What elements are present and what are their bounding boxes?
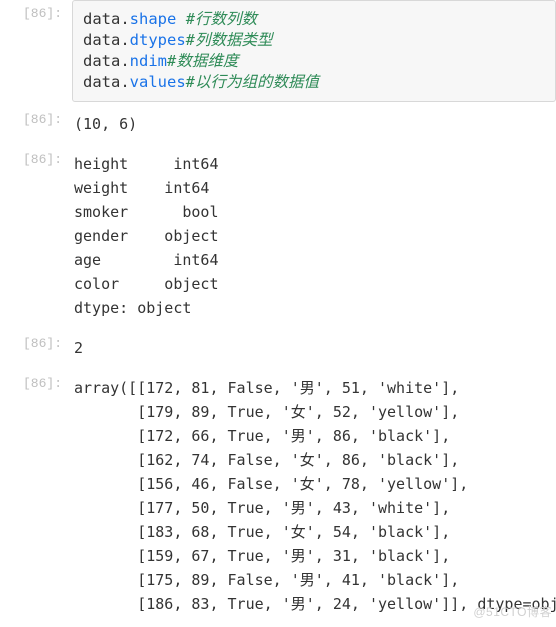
input-cell: [86]: data.shape #行数列数 data.dtypes#列数据类型… — [0, 0, 556, 102]
output-cell-values: [86]: array([[172, 81, False, '男', 51, '… — [0, 370, 556, 622]
code-comment: #数据维度 — [167, 52, 238, 70]
output-text-values: array([[172, 81, False, '男', 51, 'white'… — [72, 370, 556, 622]
output-cell-ndim: [86]: 2 — [0, 330, 556, 366]
code-object: data — [83, 10, 120, 28]
code-dot: . — [120, 73, 129, 91]
code-space — [176, 10, 185, 28]
code-line-4: data.values#以行为组的数据值 — [83, 72, 545, 93]
output-text-ndim: 2 — [72, 330, 556, 366]
output-cell-shape: [86]: (10, 6) — [0, 106, 556, 142]
output-prompt: [86]: — [0, 146, 72, 326]
code-attr-values: values — [130, 73, 186, 91]
code-object: data — [83, 31, 120, 49]
input-prompt: [86]: — [0, 0, 72, 102]
code-attr-dtypes: dtypes — [130, 31, 186, 49]
output-prompt: [86]: — [0, 330, 72, 366]
code-attr-shape: shape — [130, 10, 177, 28]
code-comment: #列数据类型 — [186, 31, 273, 49]
code-object: data — [83, 52, 120, 70]
output-prompt: [86]: — [0, 106, 72, 142]
code-comment: #行数列数 — [186, 10, 257, 28]
code-line-2: data.dtypes#列数据类型 — [83, 30, 545, 51]
code-object: data — [83, 73, 120, 91]
code-dot: . — [120, 52, 129, 70]
code-attr-ndim: ndim — [130, 52, 167, 70]
code-line-1: data.shape #行数列数 — [83, 9, 545, 30]
output-prompt: [86]: — [0, 370, 72, 622]
watermark: @51CTO博客 — [473, 603, 552, 620]
code-line-3: data.ndim#数据维度 — [83, 51, 545, 72]
code-comment: #以行为组的数据值 — [186, 73, 319, 91]
code-dot: . — [120, 10, 129, 28]
code-dot: . — [120, 31, 129, 49]
output-text-dtypes: height int64 weight int64 smoker bool ge… — [72, 146, 556, 326]
output-text-shape: (10, 6) — [72, 106, 556, 142]
code-input-area[interactable]: data.shape #行数列数 data.dtypes#列数据类型 data.… — [72, 0, 556, 102]
output-cell-dtypes: [86]: height int64 weight int64 smoker b… — [0, 146, 556, 326]
